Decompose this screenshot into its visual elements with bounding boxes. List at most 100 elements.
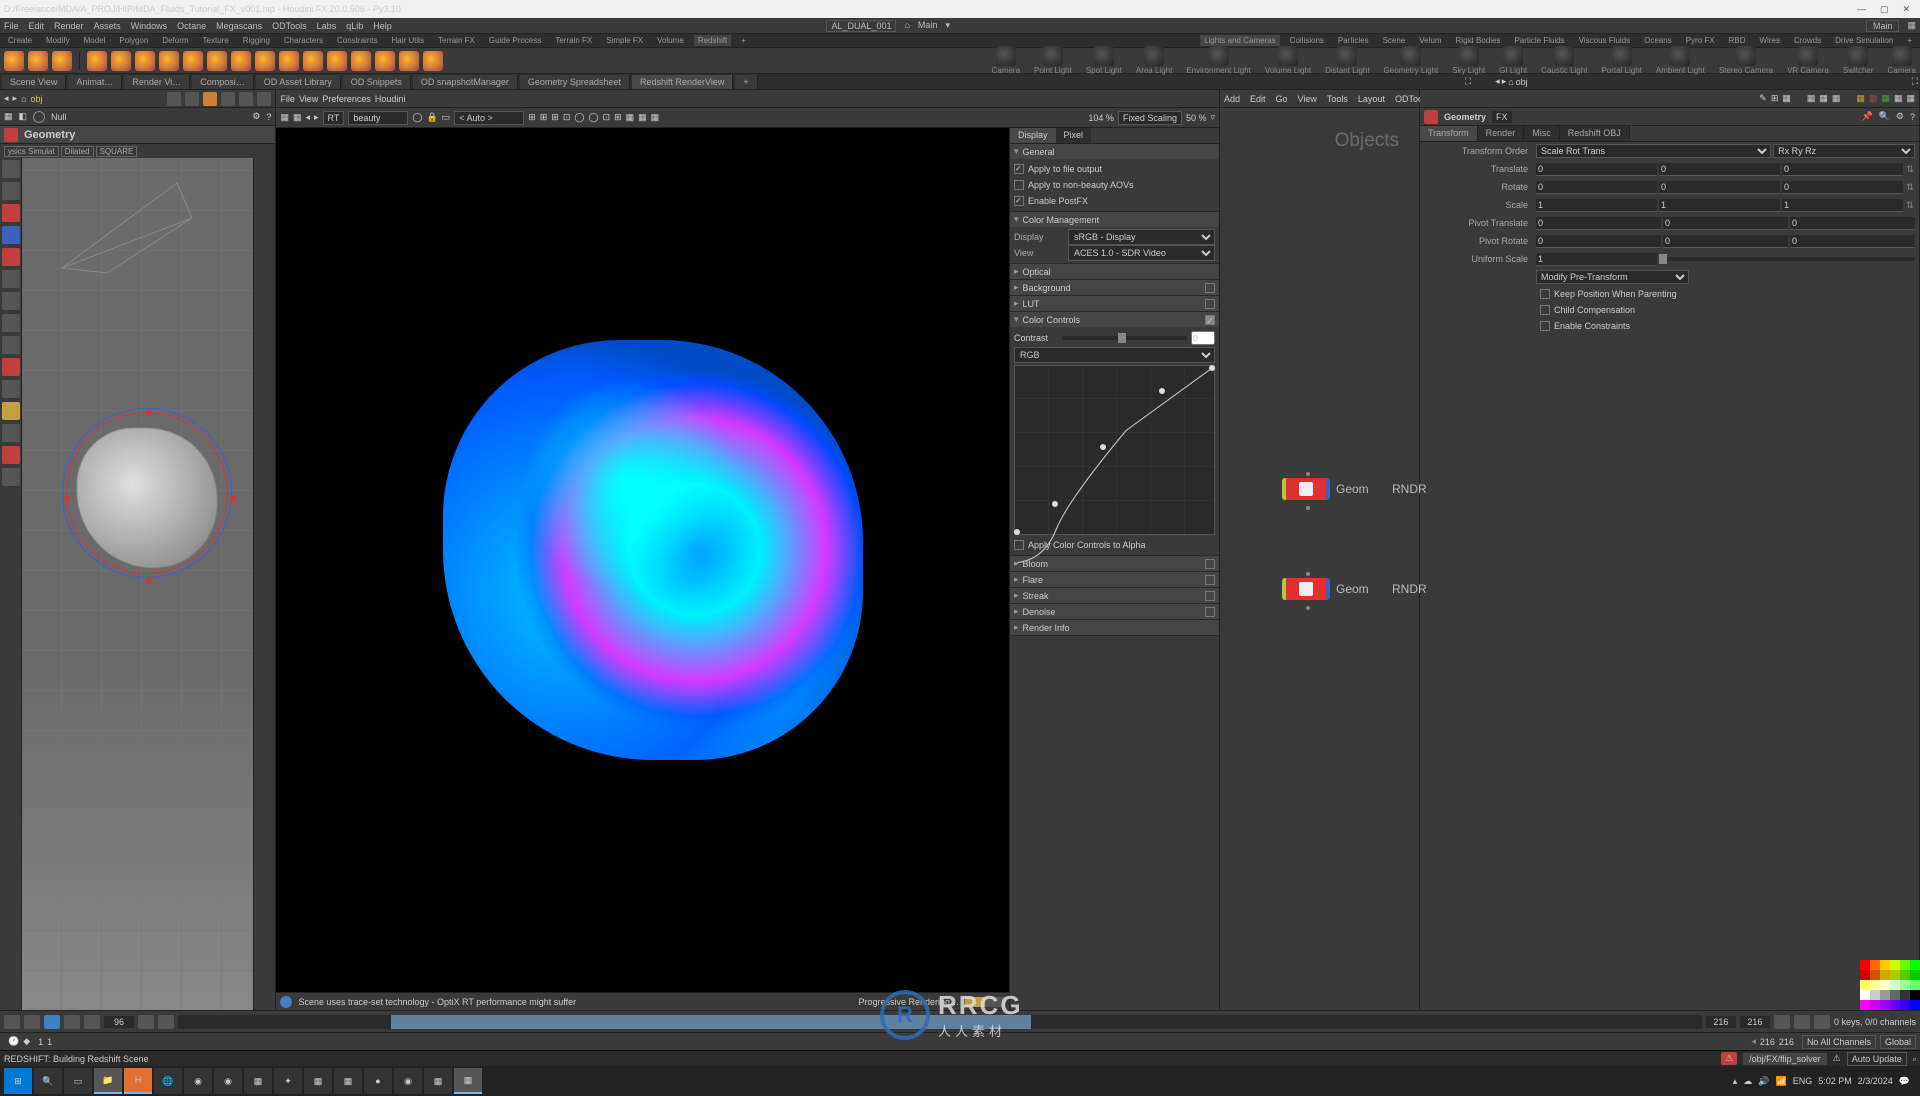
viewport-canvas[interactable] [22,158,253,1010]
channels-label[interactable]: No All Channels [1802,1035,1876,1049]
checkbox[interactable] [1205,575,1215,585]
contrast-value[interactable] [1191,331,1215,345]
path-segment[interactable]: obj [31,94,43,104]
tag[interactable]: Dilated [61,146,94,157]
tool-icon[interactable]: ✎ [1759,93,1767,104]
shelf-tab[interactable]: Model [80,35,110,46]
tool-icon[interactable]: ▦ [1819,93,1828,104]
clock-icon[interactable]: 🕐 [8,1036,19,1047]
menu-add[interactable]: Add [1224,94,1240,104]
auto-update-dropdown[interactable]: Auto Update [1847,1052,1907,1066]
scaling-dropdown[interactable]: Fixed Scaling [1118,111,1182,125]
menu-render[interactable]: Render [54,21,84,31]
tray-icon[interactable]: 📶 [1775,1076,1786,1087]
menu-view[interactable]: View [299,94,318,104]
pin-icon[interactable]: 📌 [1861,111,1872,122]
network-node[interactable]: Geom RNDR [1282,578,1369,600]
tray-icon[interactable]: 🔊 [1758,1076,1769,1087]
transform-order-dropdown[interactable]: Scale Rot Trans [1536,144,1771,158]
shelf-icon[interactable] [423,51,443,71]
shelf-tab[interactable]: Modify [42,35,74,46]
desktop-main-right[interactable]: Main [1866,20,1900,32]
shelf-tab[interactable]: Viscous Fluids [1575,35,1634,46]
taskbar-app[interactable]: ◉ [394,1068,422,1094]
menu-go[interactable]: Go [1276,94,1288,104]
tool-icon[interactable] [2,270,20,288]
tool-icon[interactable] [2,292,20,310]
start-frame[interactable]: 1 [47,1037,52,1047]
desktop-dual[interactable]: AL_DUAL_001 [826,20,896,32]
tag[interactable]: ysics Simulat [4,146,59,157]
tool-icon[interactable] [2,424,20,442]
shelf-tab[interactable]: Rigging [239,35,274,46]
warning-icon[interactable]: ⚠ [1833,1053,1841,1064]
rt-badge[interactable]: RT [323,111,345,125]
tool-icon[interactable]: ⊞ [1771,93,1779,104]
light-icon[interactable] [1337,46,1357,66]
tool-icon[interactable]: ▦ [1869,93,1878,104]
pane-tab[interactable]: OD Asset Library [256,75,341,89]
close-icon[interactable]: ✕ [1902,4,1910,15]
shelf-tab[interactable]: Simple FX [602,35,647,46]
shelf-tab[interactable]: Crowds [1790,35,1825,46]
stop-icon[interactable]: ◯ [412,112,422,123]
rotate-icon[interactable] [2,204,20,222]
task-view-icon[interactable]: ▭ [64,1068,92,1094]
pane-tab[interactable]: Composi… [192,75,254,89]
pane-tab-add[interactable]: + [735,75,757,89]
link-icon[interactable]: ⇅ [1905,182,1915,193]
scope-dropdown[interactable]: Global [1880,1035,1916,1049]
taskbar-app[interactable]: 📁 [94,1068,122,1094]
rotation-gizmo[interactable] [62,408,232,578]
grid-icon[interactable]: ⊞ [528,112,536,123]
selector-icon[interactable]: ◧ [19,111,28,122]
search-icon[interactable]: 🔍 [1879,111,1890,122]
tool-icon[interactable] [2,336,20,354]
grid-icon[interactable]: ▦ [638,112,647,123]
prx-field[interactable] [1536,235,1661,248]
taskbar-app[interactable]: ▦ [454,1068,482,1094]
pty-field[interactable] [1663,217,1788,230]
tray-icon[interactable]: ▴ [1733,1076,1738,1087]
grid-icon[interactable]: ◯ [588,112,598,123]
tool-icon[interactable]: ▦ [1782,93,1791,104]
light-icon[interactable] [1612,46,1632,66]
layout-icon[interactable]: ▦ [1907,20,1916,32]
start-button[interactable]: ⊞ [4,1068,32,1094]
tool-icon[interactable] [2,358,20,376]
grid-icon[interactable]: ◯ [574,112,584,123]
section-denoise[interactable]: ▸Denoise [1010,604,1219,619]
lock-icon[interactable]: 🔒 [426,112,437,123]
camera-icon[interactable] [996,46,1016,66]
gizmo-handle[interactable] [230,496,236,502]
taskbar-app[interactable]: ▦ [304,1068,332,1094]
tray-time[interactable]: 5:02 PM [1818,1076,1852,1086]
gizmo-handle[interactable] [146,410,152,416]
taskbar-app[interactable]: ◉ [184,1068,212,1094]
play-icon[interactable] [44,1015,60,1029]
menu-tools[interactable]: Tools [1327,94,1348,104]
light-icon[interactable] [1043,46,1063,66]
contrast-slider[interactable] [1062,336,1187,340]
section-optical[interactable]: ▸Optical [1010,264,1219,279]
menu-view[interactable]: View [1298,94,1317,104]
maximize-icon[interactable]: ▢ [1880,4,1889,15]
desktop-main[interactable]: Main [918,20,938,32]
shelf-tab[interactable]: Deform [158,35,192,46]
shelf-tab[interactable]: Volume [653,35,688,46]
color-palette[interactable] [1860,960,1920,1010]
grid-icon[interactable]: ⊞ [614,112,622,123]
search-icon[interactable]: 🔍 [34,1068,62,1094]
menu-file[interactable]: File [280,94,295,104]
shelf-tab[interactable]: Hair Utils [388,35,428,46]
shelf-icon[interactable] [135,51,155,71]
rz-field[interactable] [1782,181,1903,194]
tz-field[interactable] [1782,163,1903,176]
checkbox[interactable] [1205,607,1215,617]
display-dropdown[interactable]: sRGB - Display [1068,229,1215,245]
taskbar-app[interactable]: ▦ [244,1068,272,1094]
pane-tab[interactable]: Scene View [2,75,66,89]
grid-icon[interactable]: ⊞ [540,112,548,123]
tool-icon[interactable] [2,314,20,332]
view-dropdown[interactable]: ACES 1.0 - SDR Video [1068,245,1215,261]
